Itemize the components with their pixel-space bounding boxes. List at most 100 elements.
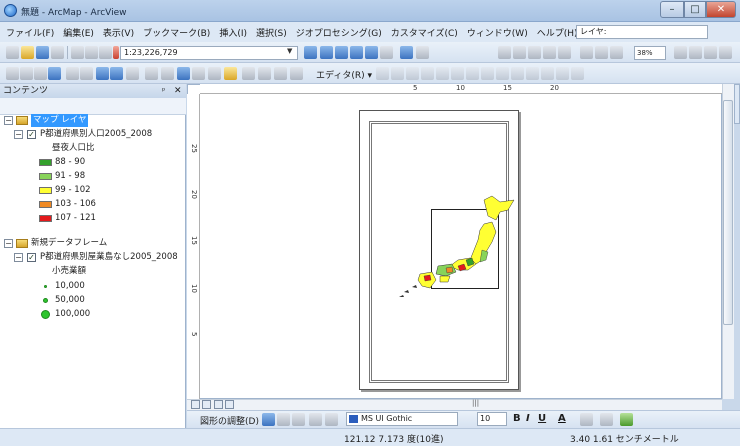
zoom-to-selected-icon[interactable] [292, 413, 305, 426]
layer-visibility-checkbox[interactable]: ✓ [27, 130, 36, 139]
go-forward-icon[interactable] [110, 67, 123, 80]
chevron-down-icon[interactable]: ▼ [287, 47, 292, 55]
scroll-grip-icon[interactable]: ||| [472, 399, 479, 407]
select-features-icon[interactable] [126, 67, 139, 80]
refresh-icon[interactable] [214, 400, 223, 409]
layer-name[interactable]: P都道府県別屋業島なし2005_2008 [40, 251, 178, 264]
editor-toolbar-icon[interactable] [304, 46, 317, 59]
menu-help[interactable]: ヘルプ(H) [537, 26, 578, 39]
fixed-zoom-out-map-icon[interactable] [80, 67, 93, 80]
new-document-icon[interactable] [6, 46, 19, 59]
html-popup-icon[interactable] [208, 67, 221, 80]
layer-combo[interactable]: レイヤ: [576, 25, 708, 39]
marker-color-icon[interactable] [620, 413, 633, 426]
pin-icon[interactable]: ᵖ [162, 84, 165, 98]
collapse-icon[interactable]: − [4, 116, 13, 125]
copy-icon[interactable] [85, 46, 98, 59]
pan-icon[interactable] [34, 67, 47, 80]
legend-class[interactable]: 91 - 98 [0, 170, 186, 183]
menu-selection[interactable]: 選択(S) [256, 26, 287, 39]
data-frame-map-layers[interactable]: − マップ レイヤ [0, 114, 186, 127]
cut-icon[interactable] [71, 46, 84, 59]
list-by-source-icon[interactable] [19, 100, 31, 112]
collapse-icon[interactable]: − [14, 130, 23, 139]
data-frame-name[interactable]: 新規データフレーム [31, 237, 107, 250]
rotate-tool-icon[interactable] [526, 67, 539, 80]
paste-icon[interactable] [99, 46, 112, 59]
save-icon[interactable] [36, 46, 49, 59]
map-scale-combo[interactable]: 1:23,226,729 [120, 46, 298, 60]
toggle-draft-mode-icon[interactable] [674, 46, 687, 59]
zoom-out-icon[interactable] [20, 67, 33, 80]
layer-retail[interactable]: − ✓ P都道府県別屋業島なし2005_2008 [0, 251, 186, 264]
layout-pan-icon[interactable] [528, 46, 541, 59]
list-by-selection-icon[interactable] [49, 100, 61, 112]
create-features-icon[interactable] [571, 67, 584, 80]
layer-visibility-checkbox[interactable]: ✓ [27, 253, 36, 262]
python-window-icon[interactable] [380, 46, 393, 59]
font-combo[interactable]: MS UI Gothic [346, 412, 458, 426]
collapse-icon[interactable]: − [4, 239, 13, 248]
menu-customize[interactable]: カスタマイズ(C) [391, 26, 458, 39]
fill-color-icon[interactable] [580, 413, 593, 426]
pause-drawing-icon[interactable] [225, 400, 234, 409]
table-of-contents-icon[interactable] [320, 46, 333, 59]
edit-annotation-icon[interactable] [391, 67, 404, 80]
focus-data-frame-icon[interactable] [689, 46, 702, 59]
zoom-whole-page-icon[interactable] [543, 46, 556, 59]
menu-geoprocessing[interactable]: ジオプロセシング(G) [296, 26, 382, 39]
model-builder-icon[interactable] [400, 46, 413, 59]
fixed-zoom-out-icon[interactable] [595, 46, 608, 59]
font-color-button[interactable]: A [558, 413, 566, 424]
time-slider-icon[interactable] [290, 67, 303, 80]
attributes-icon[interactable] [541, 67, 554, 80]
identify-icon[interactable] [177, 67, 190, 80]
hyperlink-icon[interactable] [192, 67, 205, 80]
list-by-drawing-order-icon[interactable] [4, 100, 16, 112]
measure-icon[interactable] [224, 67, 237, 80]
data-driven-pages-icon[interactable] [719, 46, 732, 59]
legend-class[interactable]: 100,000 [0, 308, 186, 321]
minimize-button[interactable]: – [660, 1, 684, 18]
fixed-zoom-in-icon[interactable] [580, 46, 593, 59]
collapse-icon[interactable]: − [14, 253, 23, 262]
menu-insert[interactable]: 挿入(I) [219, 26, 247, 39]
find-icon[interactable] [242, 67, 255, 80]
arctoolbox-icon[interactable] [365, 46, 378, 59]
zoom-100-icon[interactable] [558, 46, 571, 59]
menu-windows[interactable]: ウィンドウ(W) [467, 26, 528, 39]
maximize-button[interactable]: □ [684, 1, 706, 18]
list-by-visibility-icon[interactable] [34, 100, 46, 112]
layer-population[interactable]: − ✓ P都道府県別人口2005_2008 [0, 128, 186, 141]
menu-bookmarks[interactable]: ブックマーク(B) [143, 26, 210, 39]
legend-class[interactable]: 107 - 121 [0, 212, 186, 225]
change-layout-icon[interactable] [704, 46, 717, 59]
drawing-menu[interactable]: 図形の調整(D) ▾ [200, 414, 266, 427]
menu-view[interactable]: 表示(V) [103, 26, 134, 39]
straight-segment-icon[interactable] [406, 67, 419, 80]
fixed-zoom-in-map-icon[interactable] [66, 67, 79, 80]
rotate-icon[interactable] [277, 413, 290, 426]
editor-menu[interactable]: エディタ(R) ▾ [316, 68, 372, 81]
edit-tool-icon[interactable] [376, 67, 389, 80]
horizontal-scrollbar[interactable] [187, 399, 722, 410]
menu-edit[interactable]: 編集(E) [63, 26, 94, 39]
legend-class[interactable]: 103 - 106 [0, 198, 186, 211]
zoom-in-icon[interactable] [6, 67, 19, 80]
new-text-icon[interactable] [325, 413, 338, 426]
select-elements-draw-icon[interactable] [262, 413, 275, 426]
data-view-icon[interactable] [191, 400, 200, 409]
sketch-properties-icon[interactable] [556, 67, 569, 80]
menu-file[interactable]: ファイル(F) [6, 26, 54, 39]
line-color-icon[interactable] [600, 413, 613, 426]
catalog-icon[interactable] [335, 46, 348, 59]
open-icon[interactable] [21, 46, 34, 59]
toc-options-icon[interactable] [66, 100, 78, 112]
underline-button[interactable]: U [538, 413, 546, 424]
search-window-icon[interactable] [350, 46, 363, 59]
italic-button[interactable]: I [526, 413, 530, 424]
vertical-scroll-thumb[interactable] [723, 100, 733, 325]
legend-class[interactable]: 88 - 90 [0, 156, 186, 169]
layer-name[interactable]: P都道府県別人口2005_2008 [40, 128, 152, 141]
go-to-xy-icon[interactable] [274, 67, 287, 80]
